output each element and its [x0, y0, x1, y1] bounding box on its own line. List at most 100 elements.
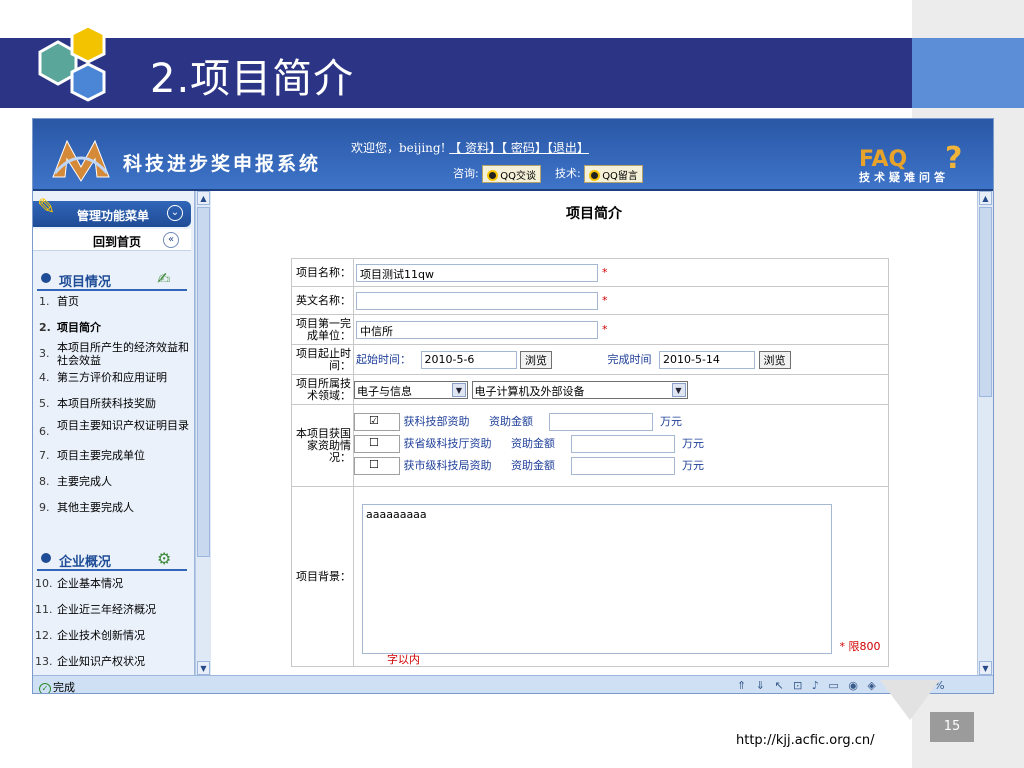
- password-link[interactable]: 【 密码】: [501, 141, 547, 155]
- ministry-source: 获科技部资助: [403, 414, 470, 428]
- item-label: 企业基本情况: [57, 577, 123, 590]
- welcome-text: 欢迎您，beijing! 【 资料】【 密码】【退出】: [351, 139, 589, 156]
- sidebar-item-project-intro[interactable]: 2. 项目简介: [33, 321, 191, 341]
- sidebar-item-company-innovation[interactable]: 12. 企业技术创新情况: [33, 629, 191, 655]
- edit-icon: ✍: [157, 269, 171, 288]
- sidebar: ✎ 管理功能菜单 ⌄ 回到首页 « 项目情况 ✍ 1. 首页 2. 项目简介 3. 本…: [33, 191, 195, 675]
- scroll-down-icon[interactable]: ▼: [197, 661, 210, 675]
- sidebar-item-other-people[interactable]: 9. 其他主要完成人: [33, 501, 191, 523]
- tech-field-cell: 电子与信息 ▼ 电子计算机及外部设备 ▼: [353, 374, 889, 405]
- province-amount-input[interactable]: [570, 434, 675, 453]
- eye-icon[interactable]: ◉: [848, 679, 861, 692]
- speaker-icon[interactable]: ♪: [812, 679, 822, 692]
- funding-row-ministry: ☑ 获科技部资助 资助金额 万元: [354, 412, 886, 435]
- tech-field-select[interactable]: 电子与信息 ▼: [354, 380, 468, 399]
- profile-link[interactable]: 【 资料】: [449, 141, 501, 155]
- city-amount-input[interactable]: [570, 456, 675, 475]
- tech-label: 技术:: [554, 167, 581, 180]
- city-source: 获市级科技局资助: [403, 458, 492, 472]
- limit-note-tail: 字以内: [387, 653, 420, 666]
- check-circle-icon: ✓: [39, 683, 51, 693]
- item-label: 其他主要完成人: [57, 501, 134, 514]
- content-scrollbar[interactable]: ▲ ▼: [977, 191, 993, 675]
- row-english-name: 英文名称： *: [291, 286, 889, 315]
- main-content: 项目简介 项目名称： 项目测试11qw * 英文名称： * 项目第一完成单位： 中…: [211, 191, 977, 675]
- qq-message-label: QQ留言: [602, 171, 638, 182]
- tech-field-label: 项目所属技术领域：: [291, 374, 354, 405]
- sidebar-item-main-people[interactable]: 8. 主要完成人: [33, 475, 191, 501]
- end-date-input[interactable]: 2010-5-14: [659, 350, 755, 369]
- faq-button[interactable]: FAQ ? 技术疑难问答: [855, 141, 977, 184]
- sidebar-item-third-party[interactable]: 4. 第三方评价和应用证明: [33, 371, 191, 397]
- sidebar-scrollbar[interactable]: ▲ ▼: [195, 191, 211, 675]
- scroll-thumb[interactable]: [197, 207, 210, 557]
- item-number: 8.: [39, 475, 50, 488]
- end-date-label: 完成时间: [607, 352, 652, 366]
- section-company-info[interactable]: 企业概况 ⚙: [37, 547, 187, 571]
- section-project-info[interactable]: 项目情况 ✍: [37, 267, 187, 291]
- item-label: 第三方评价和应用证明: [57, 371, 167, 384]
- background-textarea[interactable]: aaaaaaaaa: [362, 503, 832, 654]
- qq-chat-button[interactable]: QQ交谈: [482, 165, 541, 183]
- sidebar-item-company-basic[interactable]: 10. 企业基本情况: [33, 577, 191, 603]
- first-unit-cell: 中信所 *: [353, 314, 889, 345]
- sidebar-item-units[interactable]: 7. 项目主要完成单位: [33, 449, 191, 475]
- company-nav-list: 10. 企业基本情况 11. 企业近三年经济概况 12. 企业技术创新情况 13. 企业…: [33, 577, 191, 675]
- logout-link[interactable]: 【退出】: [547, 141, 589, 155]
- project-name-input[interactable]: 项目测试11qw: [356, 263, 598, 282]
- browser-window: 科技进步奖申报系统 欢迎您，beijing! 【 资料】【 密码】【退出】 咨询…: [32, 118, 994, 694]
- funding-cell: ☑ 获科技部资助 资助金额 万元 ☐ 获省级科技厅资助 资助金额 万元 ☐ 获市…: [353, 404, 889, 487]
- item-number: 12.: [35, 629, 53, 642]
- required-mark: *: [602, 293, 608, 307]
- collapse-left-icon[interactable]: «: [163, 232, 179, 248]
- ministry-amount-input[interactable]: [548, 412, 653, 431]
- tech-subfield-value: 电子计算机及外部设备: [474, 384, 585, 398]
- province-checkbox[interactable]: ☐: [354, 434, 400, 453]
- menu-header[interactable]: ✎ 管理功能菜单 ⌄: [33, 195, 191, 227]
- sidebar-item-company-economy[interactable]: 11. 企业近三年经济概况: [33, 603, 191, 629]
- funding-row-province: ☐ 获省级科技厅资助 资助金额 万元: [354, 434, 886, 457]
- arrow-up-icon[interactable]: ⇑: [737, 679, 749, 692]
- sidebar-item-benefits[interactable]: 3. 本项目所产生的经济效益和社会效益: [33, 341, 191, 371]
- row-first-unit: 项目第一完成单位： 中信所 *: [291, 314, 889, 345]
- slide-title-bar-accent: [912, 38, 1024, 108]
- slide-title-bar: [0, 38, 912, 108]
- tech-subfield-select[interactable]: 电子计算机及外部设备 ▼: [471, 380, 688, 399]
- shield-icon[interactable]: ◈: [867, 679, 878, 692]
- end-browse-button[interactable]: 浏览: [758, 350, 791, 369]
- window-icon[interactable]: ▭: [828, 679, 841, 692]
- item-number: 3.: [39, 347, 50, 360]
- sidebar-item-awards[interactable]: 5. 本项目所获科技奖励: [33, 397, 191, 419]
- lock-icon[interactable]: ⊡: [793, 679, 805, 692]
- scroll-up-icon[interactable]: ▲: [197, 191, 210, 205]
- city-checkbox[interactable]: ☐: [354, 456, 400, 475]
- english-name-input[interactable]: [356, 291, 598, 310]
- period-label: 项目起止时间：: [291, 344, 354, 375]
- home-link[interactable]: 回到首页: [93, 233, 141, 250]
- status-done: ✓ 完成: [39, 679, 75, 693]
- home-row[interactable]: 回到首页 «: [33, 229, 191, 251]
- background-cell: aaaaaaaaa * 限800: [353, 486, 889, 667]
- period-cell: 起始时间： 2010-5-6 浏览 完成时间 2010-5-14 浏览: [353, 344, 889, 375]
- sidebar-item-ip[interactable]: 6. 项目主要知识产权证明目录: [33, 419, 191, 449]
- scroll-down-icon[interactable]: ▼: [979, 661, 992, 675]
- start-browse-button[interactable]: 浏览: [520, 350, 552, 369]
- qq-message-button[interactable]: QQ留言: [584, 165, 643, 183]
- item-number: 13.: [35, 655, 53, 668]
- hexagon-logo-icon: [38, 24, 106, 102]
- menu-collapse-icon[interactable]: ⌄: [167, 205, 183, 221]
- menu-title: 管理功能菜单: [77, 209, 150, 223]
- required-mark: *: [602, 322, 608, 336]
- scroll-thumb[interactable]: [979, 207, 992, 397]
- arrow-down-icon[interactable]: ⇓: [756, 679, 768, 692]
- row-project-name: 项目名称： 项目测试11qw *: [291, 258, 889, 287]
- qq-penguin-icon: [487, 170, 499, 181]
- start-date-input[interactable]: 2010-5-6: [420, 350, 517, 369]
- sidebar-item-home[interactable]: 1. 首页: [33, 295, 191, 321]
- sidebar-item-company-ip[interactable]: 13. 企业知识产权状况: [33, 655, 191, 675]
- scroll-up-icon[interactable]: ▲: [979, 191, 992, 205]
- status-bar: ✓ 完成 ⇑ ⇓ ↖ ⊡ ♪ ▭ ◉ ◈ ⊕ 100%: [33, 675, 993, 693]
- cursor-icon[interactable]: ↖: [774, 679, 786, 692]
- ministry-checkbox[interactable]: ☑: [354, 412, 400, 431]
- first-unit-input[interactable]: 中信所: [356, 320, 598, 339]
